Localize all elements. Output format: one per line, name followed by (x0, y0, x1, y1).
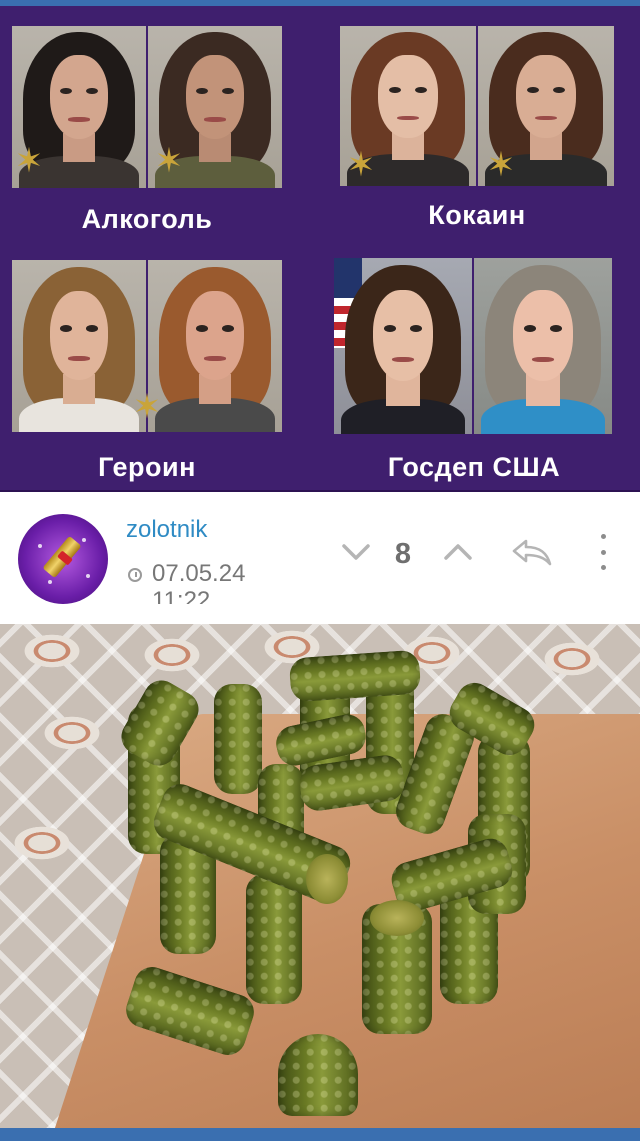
pickle-stonehenge-image[interactable] (0, 624, 640, 1128)
chevron-down-icon (342, 544, 370, 560)
portrait-after (474, 258, 612, 434)
photo-pair-cocaine (340, 26, 614, 186)
caption-heroin: Героин (98, 452, 196, 482)
panel-heroin: ✶ Героин (12, 260, 282, 490)
sheriff-badge-icon: ✶ (346, 146, 376, 184)
sheriff-badge-icon: ✶ (132, 388, 162, 426)
pickle-cut-end (370, 900, 424, 936)
more-vertical-icon (600, 534, 606, 539)
post-date: 07.05.24 (152, 560, 246, 587)
photo-pair-alcohol (12, 26, 282, 188)
photo-pair-state-dept (334, 258, 612, 434)
chevron-up-icon (444, 544, 472, 560)
post-time-clip: 11:22 (152, 588, 252, 604)
more-options-button[interactable] (592, 534, 614, 570)
sheriff-badge-icon: ✶ (154, 142, 184, 180)
sheriff-badge-icon: ✶ (14, 142, 44, 180)
pickle-upright (214, 684, 262, 794)
clock-icon (128, 568, 142, 582)
pickle-upright (246, 874, 302, 1004)
caption-state-dept: Госдеп США (387, 452, 561, 482)
meme-image[interactable]: ✶ ✶ Алкоголь ✶ ✶ Кокаин ✶ Героин Госдеп … (0, 6, 640, 490)
panel-cocaine: ✶ ✶ Кокаин (340, 26, 614, 266)
vote-up-button[interactable] (442, 538, 474, 566)
post-header: zolotnik 07.05.24 11:22 8 (0, 492, 640, 610)
caption-alcohol: Алкоголь (81, 204, 213, 234)
portrait-before (334, 258, 472, 434)
mugshot-after (148, 260, 282, 432)
reply-arrow-icon (512, 539, 552, 566)
pickle-fallen (278, 1034, 358, 1116)
pickle-cut-end (306, 854, 348, 904)
bottom-accent-strip (0, 1128, 640, 1141)
vote-count: 8 (394, 538, 412, 570)
pickle-lintel (288, 649, 422, 703)
avatar[interactable] (18, 514, 108, 604)
vote-down-button[interactable] (340, 538, 372, 566)
panel-alcohol: ✶ ✶ Алкоголь (12, 26, 282, 266)
reply-button[interactable] (508, 536, 556, 568)
caption-cocaine: Кокаин (428, 200, 526, 230)
username-link[interactable]: zolotnik (126, 516, 207, 544)
mugshot-before (12, 260, 146, 432)
panel-state-dept: Госдеп США (334, 258, 614, 490)
post-time: 11:22 (152, 588, 211, 604)
sheriff-badge-icon: ✶ (486, 146, 516, 184)
